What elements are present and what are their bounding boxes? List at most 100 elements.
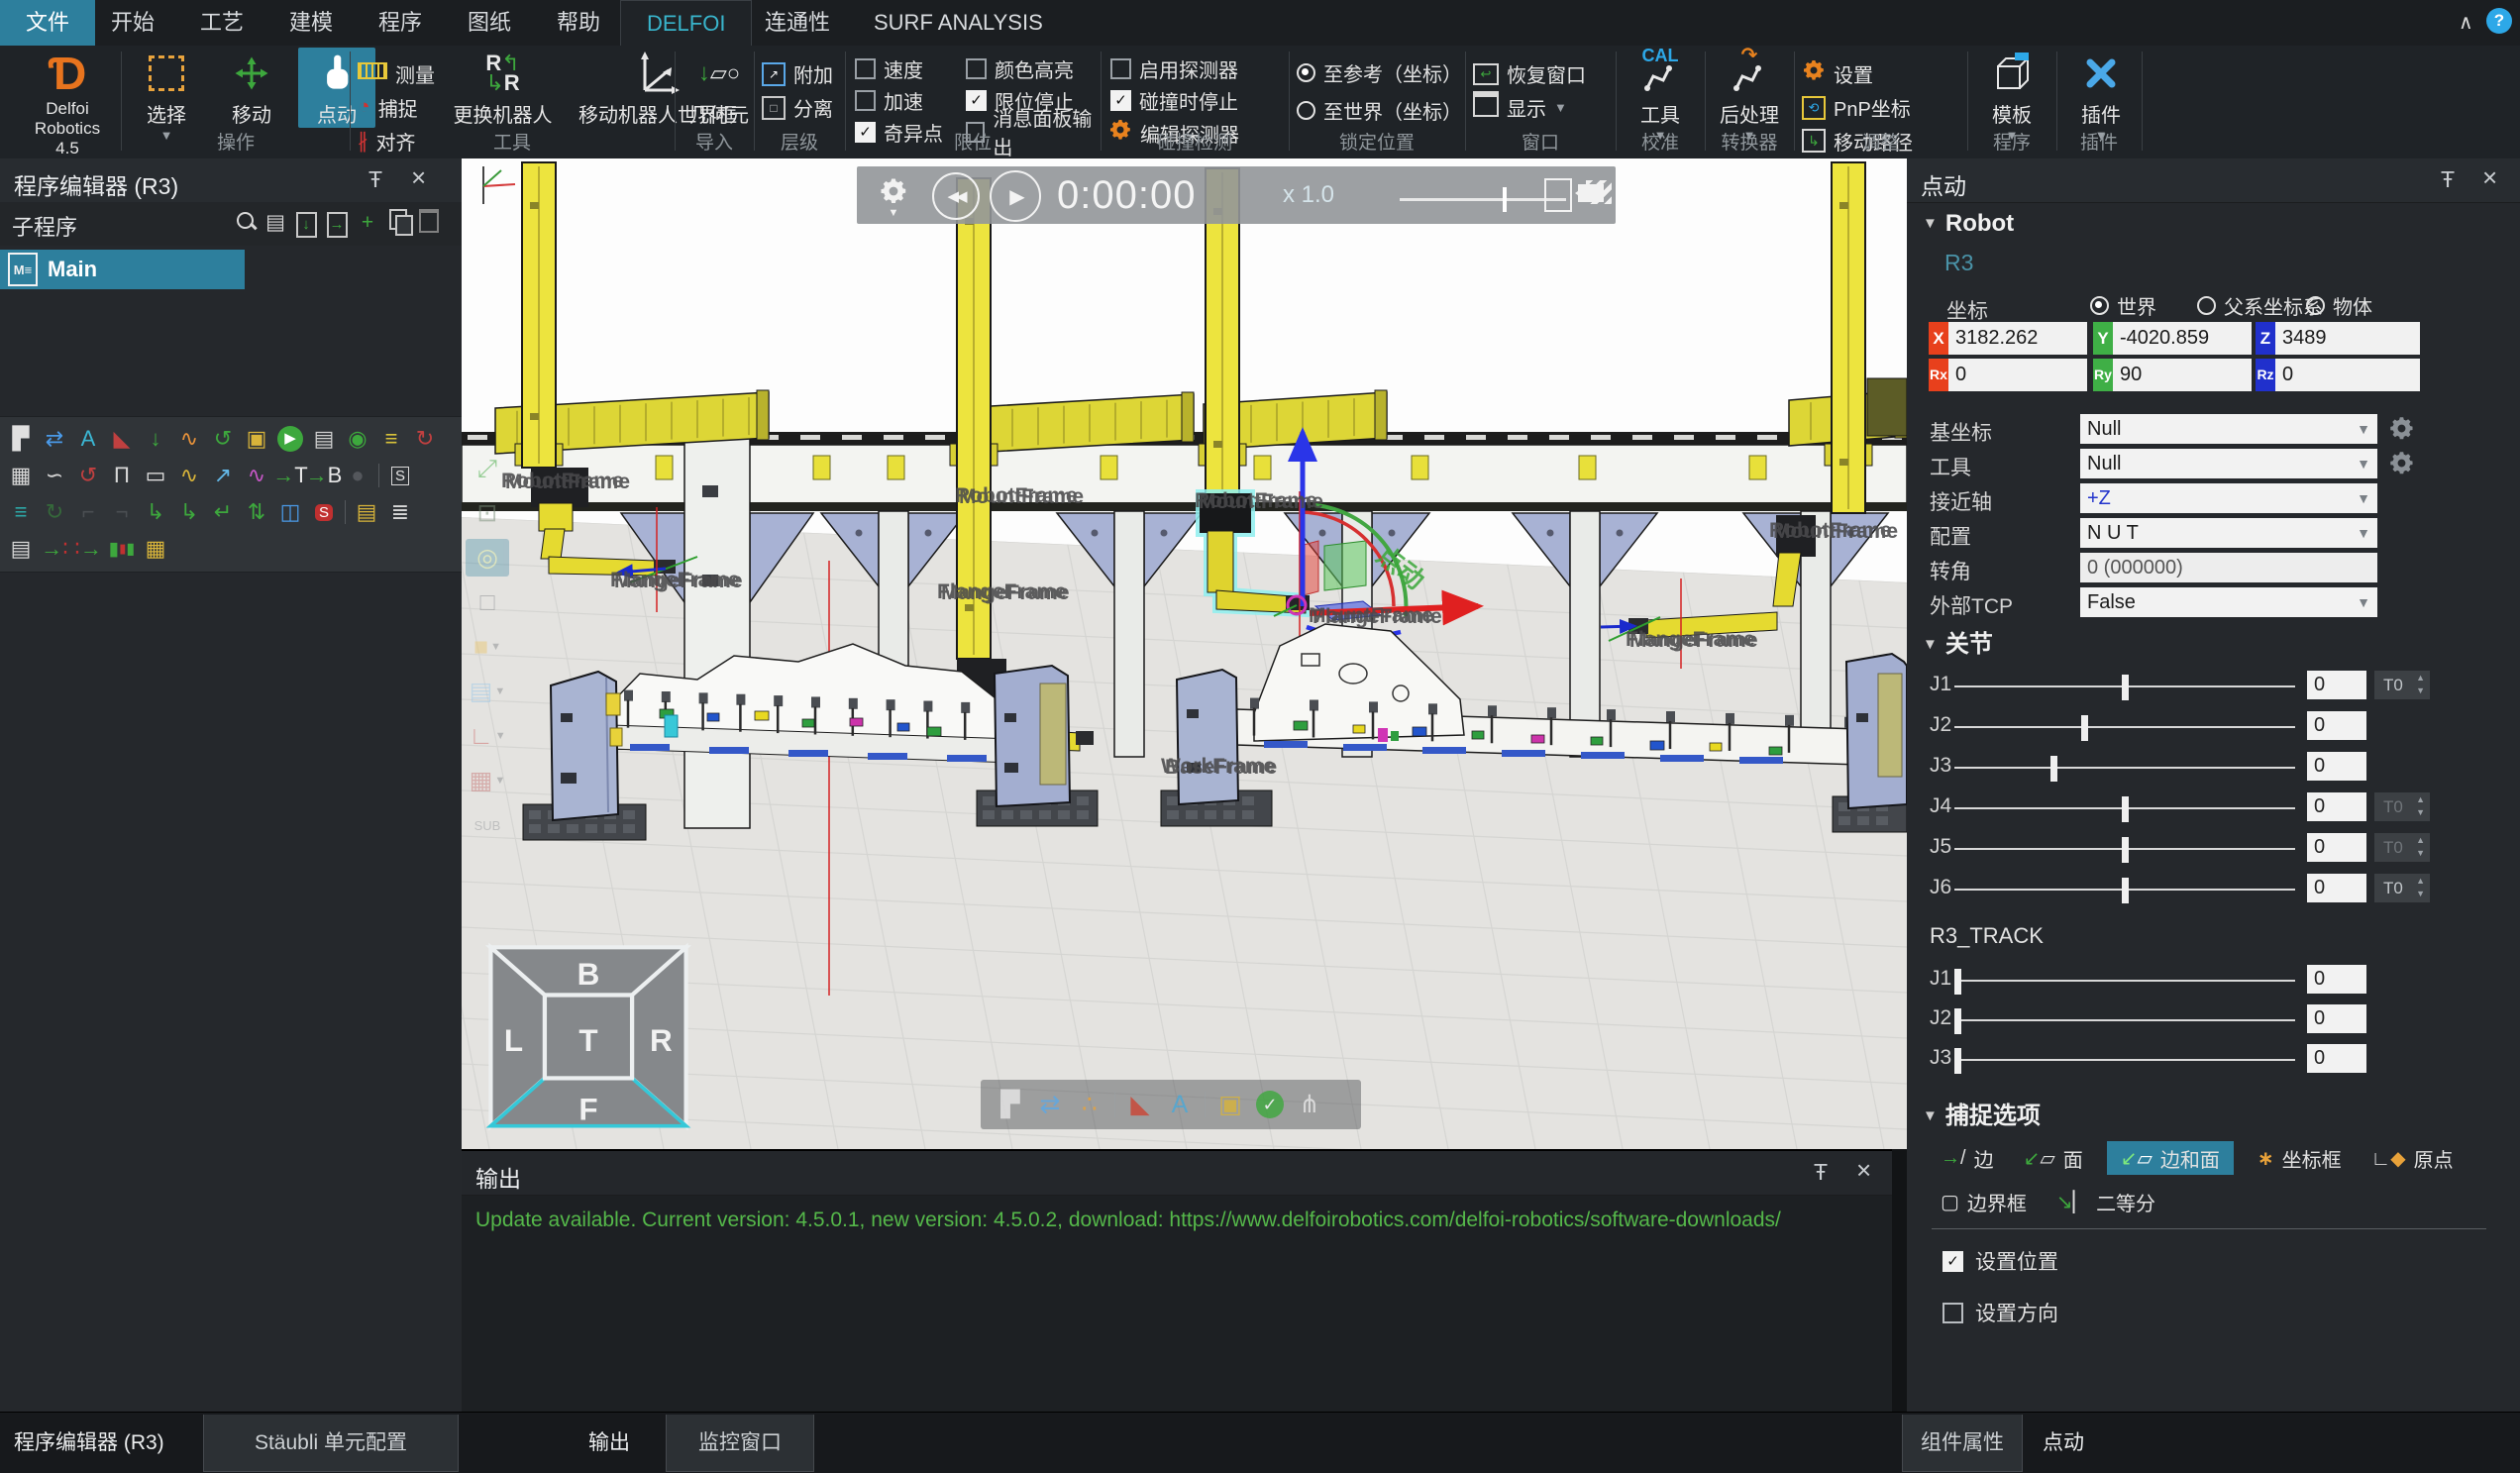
pose-value-Rx[interactable]: 0 [1948, 359, 2087, 391]
joint-slider-J2[interactable] [1954, 726, 2295, 728]
ribbon-small-detach[interactable]: □分离 [762, 93, 833, 121]
sync-icon[interactable]: ⇅ [240, 496, 273, 528]
joint-slider-J6[interactable] [1954, 889, 2295, 891]
s-program-icon[interactable]: S [383, 460, 417, 491]
wireframe-icon[interactable]: □ [466, 583, 509, 621]
menu-tab-9[interactable]: SURF ANALYSIS [848, 0, 1069, 46]
play-button[interactable]: ▶ [990, 170, 1041, 222]
speed-slider[interactable] [1400, 198, 1566, 201]
gear-icon[interactable] [2388, 450, 2415, 481]
assign-icon[interactable]: ≡ [4, 496, 38, 528]
tab-staubli-cell-config[interactable]: Stäubli 单元配置 [203, 1415, 459, 1472]
ribbon-small-pnp[interactable]: ⟲PnP坐标 [1802, 93, 1911, 121]
tab-program-editor[interactable]: 程序编辑器 (R3) [14, 1415, 164, 1472]
tab-component-properties[interactable]: 组件属性 [1902, 1415, 2023, 1472]
radio-至世界（坐标）[interactable]: 至世界（坐标） [1297, 97, 1462, 123]
joint-value-J4[interactable]: 0 [2307, 792, 2366, 821]
search-icon[interactable] [231, 209, 259, 237]
joint-slider-J4[interactable] [1954, 807, 2295, 809]
ribbon-small-displaywin[interactable]: 显示▼ [1473, 93, 1567, 121]
branch-icon[interactable]: ↳ [139, 496, 172, 528]
import-subprogram-icon[interactable]: ↓ [292, 209, 320, 237]
pin-icon[interactable]: Ŧ [1814, 1159, 1828, 1186]
conveyor-icon[interactable]: ≡ [374, 423, 408, 455]
paste-icon[interactable]: ▤ [262, 209, 289, 237]
snap-bisect-button[interactable]: ↘▏二等分 [2050, 1185, 2161, 1218]
spiral-icon[interactable]: ↺ [71, 460, 105, 491]
snap-edge-button[interactable]: →/边 [1935, 1141, 2000, 1175]
menu-tab-3[interactable]: 建模 [263, 0, 359, 46]
track-value-J2[interactable]: 0 [2307, 1004, 2366, 1033]
collapse-ribbon-icon[interactable]: ∧ [2459, 10, 2473, 35]
tool-frame-icon[interactable]: →T [273, 460, 307, 491]
snap-edgeface-button[interactable]: ↙▱边和面 [2107, 1141, 2234, 1175]
text-display-icon[interactable]: A [1160, 1087, 1200, 1122]
comment-icon[interactable]: ▤ [350, 496, 383, 528]
field-control-2[interactable]: +Z▼ [2080, 483, 2377, 513]
sub-view-icon[interactable]: SUB [466, 806, 509, 844]
skip-to-start-button[interactable]: ◀◀ [932, 172, 980, 220]
pin-icon[interactable]: Ŧ [368, 166, 382, 193]
joint-value-J3[interactable]: 0 [2307, 752, 2366, 781]
joints-section-header[interactable]: ▼关节 [1923, 624, 1993, 659]
curve-icon[interactable]: ∽ [38, 460, 71, 491]
frame-display2-icon[interactable]: ▣ [1210, 1087, 1250, 1122]
delete-icon[interactable] [415, 209, 443, 237]
snap-origin-button[interactable]: ∟◆原点 [2365, 1141, 2460, 1175]
pose-value-Z[interactable]: 3489 [2275, 322, 2420, 355]
frame-box-icon[interactable]: ▣ [240, 423, 273, 455]
field-control-0[interactable]: Null▼ [2080, 414, 2377, 444]
joint-value-J6[interactable]: 0 [2307, 874, 2366, 902]
fullscreen-icon[interactable]: ⤢ [466, 450, 509, 487]
field-control-5[interactable]: False▼ [2080, 587, 2377, 617]
menu-tab-1[interactable]: 开始 [85, 0, 180, 46]
ribbon-small-restorewin[interactable]: ↩恢复窗口 [1473, 59, 1586, 87]
joint-value-J1[interactable]: 0 [2307, 671, 2366, 699]
pose-value-Rz[interactable]: 0 [2275, 359, 2420, 391]
radio-至参考（坐标）[interactable]: 至参考（坐标） [1297, 59, 1462, 85]
swap-icon[interactable]: ⇄ [38, 423, 71, 455]
document-icon[interactable]: ≣ [383, 496, 417, 528]
joint-value-J5[interactable]: 0 [2307, 833, 2366, 862]
film-strip-icon[interactable] [1586, 180, 1612, 204]
circular-move-icon[interactable]: ↺ [206, 423, 240, 455]
swap-view-icon[interactable]: ⇄ [1030, 1087, 1070, 1122]
positioner-head-left-2[interactable] [995, 666, 1070, 806]
undo-icon[interactable]: ⌐ [71, 496, 105, 528]
branch-alt-icon[interactable]: ↳ [172, 496, 206, 528]
joint-value-J2[interactable]: 0 [2307, 711, 2366, 740]
rotate-icon[interactable]: ↻ [408, 423, 442, 455]
field-control-4[interactable]: 0 (000000) [2080, 553, 2377, 582]
menu-tab-6[interactable]: 帮助 [531, 0, 626, 46]
ribbon-small-snap[interactable]: ◔捕捉 [358, 93, 418, 121]
fit-view-icon[interactable]: ⊡ [466, 494, 509, 532]
menu-file[interactable]: 文件 [0, 0, 95, 46]
path-display-icon[interactable]: ∴ [1070, 1087, 1109, 1122]
input-signal-icon[interactable]: →∶ [38, 533, 71, 565]
check-颜色高亮[interactable]: 颜色高亮 [966, 55, 1074, 81]
wait-icon[interactable]: ◫ [273, 496, 307, 528]
pin-icon[interactable]: Ŧ [2441, 166, 2455, 193]
option-设置方向[interactable]: 设置方向 [1942, 1298, 2058, 1327]
turn-button-J4[interactable]: T0▲▼ [2374, 792, 2430, 821]
print-icon[interactable]: ▤ [4, 533, 38, 565]
ramp-icon[interactable]: ◣ [105, 423, 139, 455]
insert-point-icon[interactable]: ↓ [139, 423, 172, 455]
positioner-head-left-1[interactable] [551, 672, 622, 820]
menu-tab-5[interactable]: 图纸 [442, 0, 537, 46]
path-points-icon[interactable]: ∿ [172, 423, 206, 455]
simulation-settings-icon[interactable]: ▼ [879, 176, 908, 219]
joint-slider-J1[interactable] [1954, 685, 2295, 687]
output-signal-icon[interactable]: ∶→ [71, 533, 105, 565]
track-slider-J3[interactable] [1954, 1059, 2295, 1061]
controller-icon[interactable]: ▤ [307, 423, 341, 455]
path-yellow-icon[interactable]: ∿ [172, 460, 206, 491]
menu-tab-7[interactable]: DELFOI [620, 0, 752, 47]
pose-value-Y[interactable]: -4020.859 [2113, 322, 2252, 355]
copy-icon[interactable] [384, 209, 412, 237]
menu-tab-2[interactable]: 工艺 [174, 0, 269, 46]
subprogram-item-Main[interactable]: M≡Main [0, 250, 245, 289]
track-slider-J1[interactable] [1954, 980, 2295, 982]
menu-tab-4[interactable]: 程序 [353, 0, 448, 46]
speed-slider-handle[interactable] [1503, 187, 1507, 212]
